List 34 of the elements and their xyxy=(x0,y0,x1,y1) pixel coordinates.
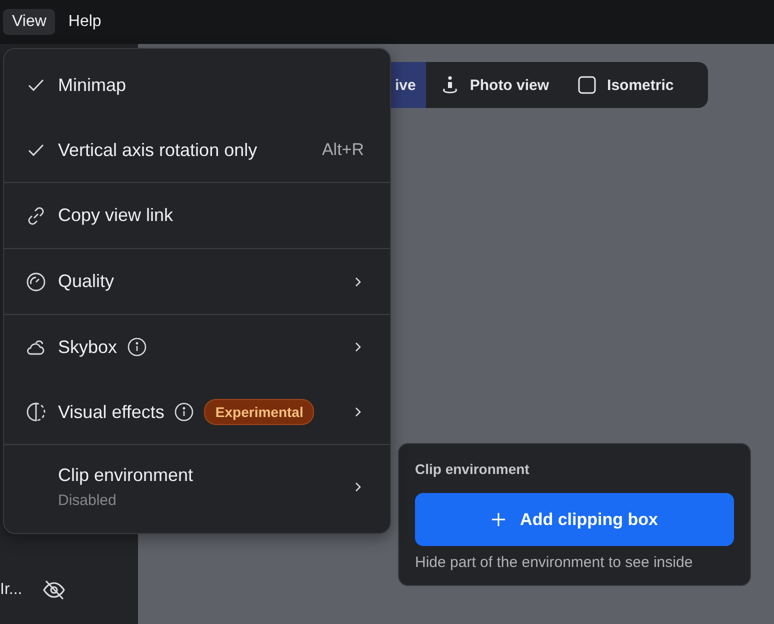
info-icon[interactable] xyxy=(174,402,194,422)
menu-item[interactable]: Visual effects Experimental xyxy=(4,380,390,444)
menu-bar-item[interactable]: Help xyxy=(59,9,110,35)
view-mode-tab[interactable]: Photo view xyxy=(426,62,564,108)
gauge-icon xyxy=(26,272,46,292)
view-mode-tab[interactable]: Isometric xyxy=(563,62,688,108)
panel-hint: Hide part of the environment to see inside xyxy=(415,554,694,571)
view-mode-tab[interactable]: ive xyxy=(391,62,426,108)
menu-item[interactable]: Clip environment Disabled xyxy=(4,445,390,530)
add-clipping-box-button[interactable]: Add clipping box xyxy=(415,493,734,546)
contrast-icon xyxy=(26,402,46,422)
menu-item[interactable]: Minimap xyxy=(4,53,390,118)
menu-item[interactable]: Vertical axis rotation only Alt+R xyxy=(4,118,390,182)
menu-item[interactable]: Quality xyxy=(4,249,390,314)
menu-item-label: Skybox xyxy=(58,336,118,358)
menu-item-label: Copy view link xyxy=(58,205,174,226)
link-icon xyxy=(26,206,46,226)
panel-title: Clip environment xyxy=(415,461,530,477)
menu-item-label: Visual effects xyxy=(58,402,164,423)
experimental-badge: Experimental xyxy=(204,399,314,426)
info-icon[interactable] xyxy=(127,337,148,358)
layer-name[interactable]: Ir... xyxy=(0,581,22,599)
menu-item[interactable]: Copy view link xyxy=(4,183,390,248)
menu-item-label: Vertical axis rotation only xyxy=(58,140,258,161)
menu-item-status: Disabled xyxy=(58,492,118,510)
eye-off-icon[interactable] xyxy=(42,578,66,602)
shortcut-text: Alt+R xyxy=(322,140,364,160)
menu-item[interactable]: Skybox xyxy=(4,314,390,380)
menu-item-label: Minimap xyxy=(58,74,126,96)
square-icon xyxy=(577,75,598,95)
menu-item-label: Quality xyxy=(58,271,114,292)
menu-bar-item[interactable]: View xyxy=(3,9,56,35)
plus-icon xyxy=(491,512,506,527)
menu-item-label: Clip environment xyxy=(58,465,194,486)
